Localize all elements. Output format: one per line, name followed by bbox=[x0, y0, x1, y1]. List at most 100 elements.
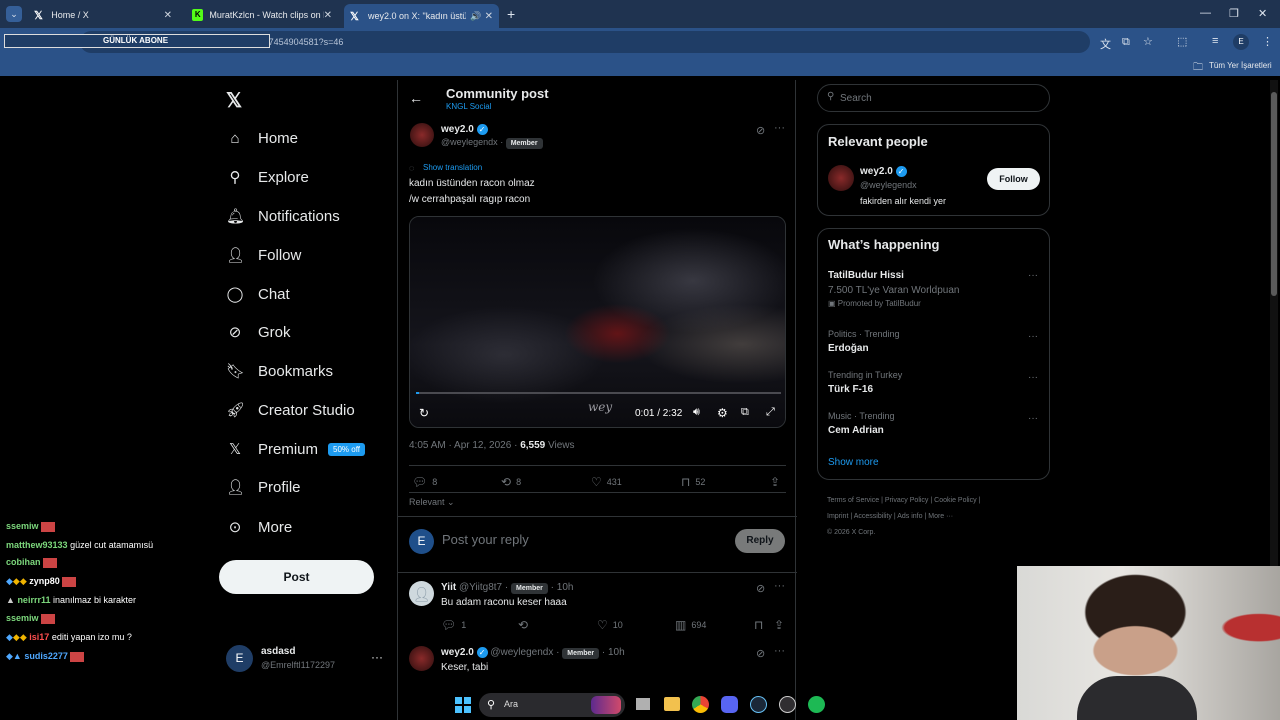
post-timestamp[interactable]: 4:05 AM · Apr 12, 2026 · bbox=[409, 440, 517, 451]
author-name[interactable]: wey2.0 bbox=[441, 124, 474, 135]
spotify-icon[interactable] bbox=[808, 696, 825, 713]
pip-icon[interactable]: ⧉ bbox=[741, 406, 749, 419]
nav-creator-studio[interactable]: 🚀︎ Creator Studio bbox=[226, 395, 355, 425]
reply-sort-dropdown[interactable]: Relevant ⌄ bbox=[409, 497, 455, 508]
close-tab-icon[interactable]: ✕ bbox=[164, 10, 172, 21]
avatar[interactable] bbox=[409, 646, 434, 671]
maximize-icon[interactable]: ❐ bbox=[1229, 7, 1239, 20]
reply-handle[interactable]: @weylegendx bbox=[490, 647, 553, 658]
more-dots-icon[interactable]: ··· bbox=[371, 650, 383, 664]
account-switcher[interactable]: E asdasd @Emrelftl1172297 ··· bbox=[226, 644, 386, 674]
fullscreen-icon[interactable]: ⤢ bbox=[766, 406, 775, 419]
person-handle[interactable]: @weylegendx bbox=[860, 180, 917, 190]
close-tab-icon[interactable]: ✕ bbox=[485, 11, 493, 22]
bookmark-action[interactable]: ⊓ bbox=[754, 618, 763, 632]
translate-icon[interactable]: 文 bbox=[1100, 36, 1111, 52]
bookmark-star-icon[interactable]: ☆ bbox=[1143, 35, 1153, 48]
nav-premium[interactable]: 𝕏 Premium 50% off bbox=[226, 434, 365, 464]
extensions-icon[interactable]: ⬚ bbox=[1177, 35, 1187, 48]
footer-link[interactable]: Terms of Service bbox=[827, 497, 879, 504]
reply-action[interactable]: 💬︎ 1 bbox=[441, 618, 466, 632]
all-bookmarks-label[interactable]: Tüm Yer İşaretleri bbox=[1209, 61, 1272, 70]
post-button[interactable]: Post bbox=[219, 560, 374, 594]
footer-link[interactable]: Ads info bbox=[897, 513, 922, 520]
bookmark-action[interactable]: ⊓ 52 bbox=[681, 475, 705, 489]
video-progress-track[interactable] bbox=[416, 392, 781, 394]
browser-tab[interactable]: K MuratKzlcn - Watch clips on Ki ✕ bbox=[186, 4, 338, 26]
nav-grok[interactable]: ⊘ Grok bbox=[226, 317, 291, 347]
chrome-icon[interactable] bbox=[692, 696, 709, 713]
more-dots-icon[interactable]: ··· bbox=[774, 580, 785, 592]
minimize-icon[interactable]: — bbox=[1200, 7, 1211, 19]
volume-icon[interactable]: 🔊︎ bbox=[693, 406, 700, 419]
reply-button[interactable]: Reply bbox=[735, 529, 785, 553]
file-explorer-icon[interactable] bbox=[664, 697, 680, 711]
nav-notifications[interactable]: 🔔︎ Notifications bbox=[226, 201, 340, 231]
windows-start-icon[interactable] bbox=[455, 697, 471, 713]
grok-icon[interactable]: ⊘ bbox=[756, 582, 765, 595]
video-player[interactable]: wey ↻ 0:01 / 2:32 🔊︎ ⚙ ⧉ ⤢ bbox=[409, 216, 786, 428]
nav-home[interactable]: ⌂ Home bbox=[226, 123, 298, 153]
search-input[interactable]: ⚲ Search bbox=[817, 84, 1050, 112]
more-dots-icon[interactable]: ··· bbox=[1028, 331, 1038, 342]
back-arrow-icon[interactable]: ← bbox=[409, 90, 423, 106]
more-dots-icon[interactable]: ··· bbox=[1028, 413, 1038, 424]
close-window-icon[interactable]: ✕ bbox=[1258, 7, 1267, 20]
footer-link[interactable]: Privacy Policy bbox=[885, 497, 929, 504]
scrollbar-thumb[interactable] bbox=[1271, 92, 1277, 296]
x-logo-icon[interactable]: 𝕏 bbox=[226, 88, 242, 113]
profile-avatar[interactable]: E bbox=[1233, 34, 1249, 50]
more-dots-icon[interactable]: ··· bbox=[1028, 372, 1038, 383]
nav-profile[interactable]: 👤︎ Profile bbox=[226, 472, 301, 502]
task-view-icon[interactable] bbox=[636, 698, 650, 710]
person-name[interactable]: wey2.0 bbox=[860, 166, 893, 177]
new-tab-icon[interactable]: + bbox=[507, 6, 515, 22]
browser-tab-active[interactable]: 𝕏 wey2.0 on X: "kadın üstünde 🔊 ✕ bbox=[344, 4, 499, 28]
browser-menu-icon[interactable]: ⋮ bbox=[1262, 35, 1273, 48]
share-action[interactable]: ⇪ bbox=[774, 618, 784, 632]
show-more-link[interactable]: Show more bbox=[828, 457, 879, 468]
show-translation-link[interactable]: Show translation bbox=[423, 163, 482, 172]
reply-author[interactable]: Yiit bbox=[441, 582, 456, 593]
reply-time[interactable]: 10h bbox=[608, 647, 625, 658]
nav-bookmarks[interactable]: 🔖︎ Bookmarks bbox=[226, 356, 333, 386]
obs-icon[interactable] bbox=[779, 696, 796, 713]
discord-icon[interactable] bbox=[721, 696, 738, 713]
views-action[interactable]: ▥ 694 bbox=[675, 618, 706, 632]
grok-icon[interactable]: ⊘ bbox=[756, 647, 765, 660]
nav-follow[interactable]: 👤︎ Follow bbox=[226, 240, 301, 270]
nav-chat[interactable]: ◯ Chat bbox=[226, 279, 290, 309]
avatar[interactable]: 👤︎ bbox=[409, 581, 434, 606]
settings-gear-icon[interactable]: ⚙ bbox=[717, 406, 728, 420]
reply-handle[interactable]: @Yiitg8t7 bbox=[459, 582, 502, 593]
like-action[interactable]: ♡ 10 bbox=[597, 618, 623, 632]
reply-time[interactable]: 10h bbox=[557, 582, 574, 593]
repost-action[interactable]: ⟲ bbox=[518, 618, 528, 632]
footer-link[interactable]: Accessibility bbox=[854, 513, 892, 520]
nav-more[interactable]: ⊙ More bbox=[226, 512, 292, 542]
reply-author[interactable]: wey2.0 bbox=[441, 647, 474, 658]
community-name[interactable]: KNGL Social bbox=[446, 102, 492, 111]
speaker-icon[interactable]: 🔊 bbox=[470, 11, 481, 22]
trend-item[interactable]: TatilBudur Hissi 7.500 TL'ye Varan World… bbox=[828, 270, 1038, 312]
more-dots-icon[interactable]: ··· bbox=[774, 122, 785, 134]
share-action[interactable]: ⇪ bbox=[770, 475, 780, 489]
avatar[interactable] bbox=[410, 123, 434, 147]
author-handle[interactable]: @weylegendx bbox=[441, 137, 498, 147]
trend-item[interactable]: Music · Trending Cem Adrian ··· bbox=[828, 411, 1038, 441]
repost-action[interactable]: ⟲ 8 bbox=[501, 475, 521, 489]
reply-input[interactable]: Post your reply bbox=[442, 532, 529, 547]
trend-item[interactable]: Politics · Trending Erdoğan ··· bbox=[828, 329, 1038, 359]
browser-tab[interactable]: 𝕏 Home / X ✕ bbox=[28, 4, 178, 26]
close-tab-icon[interactable]: ✕ bbox=[324, 10, 332, 21]
more-dots-icon[interactable]: ··· bbox=[1028, 270, 1038, 281]
footer-link[interactable]: Cookie Policy bbox=[934, 497, 976, 504]
media-controls-icon[interactable]: ≡ bbox=[1212, 35, 1218, 47]
footer-link[interactable]: Imprint bbox=[827, 513, 848, 520]
follow-button[interactable]: Follow bbox=[987, 168, 1040, 190]
more-dots-icon[interactable]: ··· bbox=[774, 645, 785, 657]
replay-icon[interactable]: ↻ bbox=[419, 406, 429, 420]
avatar[interactable] bbox=[828, 165, 854, 191]
taskbar-search[interactable]: ⚲ Ara bbox=[479, 693, 625, 717]
steam-icon[interactable] bbox=[750, 696, 767, 713]
